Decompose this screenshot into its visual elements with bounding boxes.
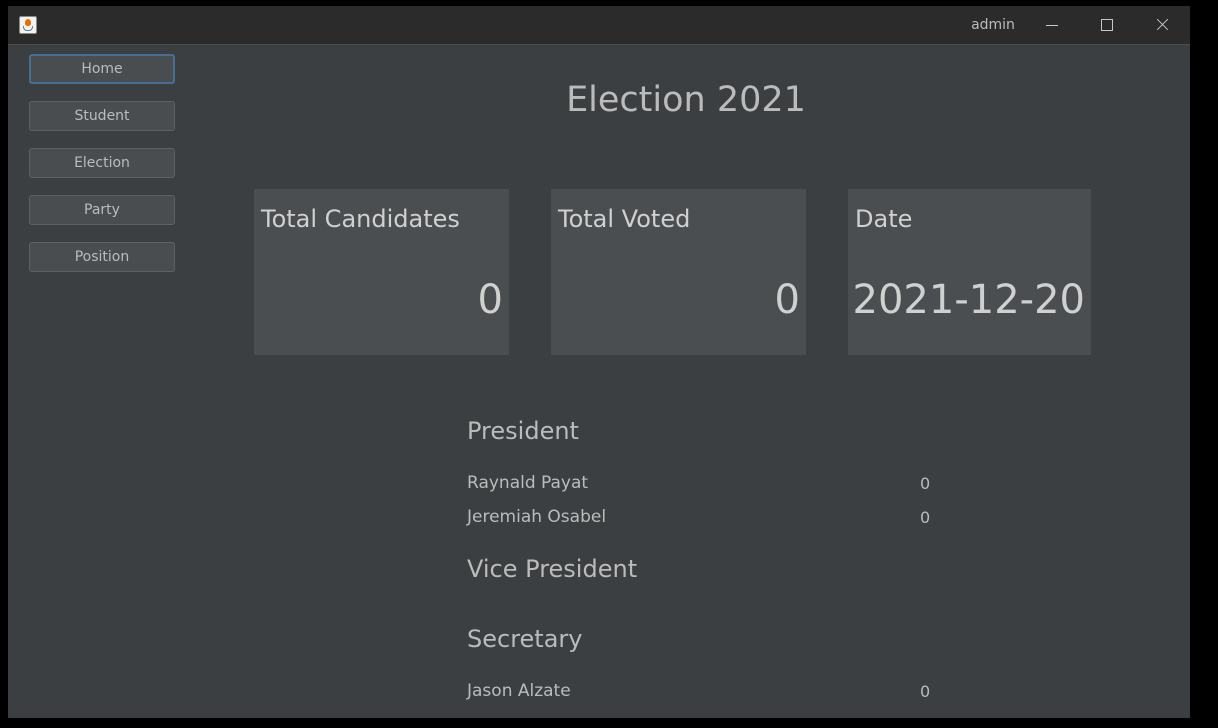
- candidate-votes: 0: [920, 474, 931, 493]
- candidate-name: Raynald Payat: [467, 473, 589, 493]
- nav-election-button[interactable]: Election: [29, 148, 175, 178]
- card-value: 0: [477, 277, 503, 323]
- total-voted-card: Total Voted 0: [551, 189, 806, 355]
- total-candidates-card: Total Candidates 0: [254, 189, 509, 355]
- candidate-votes: 0: [920, 682, 931, 701]
- card-value: 2021-12-20: [852, 277, 1085, 323]
- candidate-name: Jeremiah Osabel: [467, 507, 607, 527]
- nav-party-button[interactable]: Party: [29, 195, 175, 225]
- minimize-icon[interactable]: [1024, 6, 1078, 45]
- close-icon[interactable]: [1134, 6, 1188, 45]
- page-title: Election 2021: [566, 80, 806, 120]
- position-title: Vice President: [467, 555, 638, 583]
- card-value: 0: [774, 277, 800, 323]
- candidate-votes: 0: [920, 508, 931, 527]
- nav-student-button[interactable]: Student: [29, 101, 175, 131]
- candidate-name: Jason Alzate: [467, 681, 571, 701]
- card-label: Date: [855, 205, 913, 233]
- maximize-icon[interactable]: [1079, 6, 1133, 45]
- app-window: admin Home Student Election Party Positi…: [8, 6, 1190, 718]
- position-title: Secretary: [467, 625, 583, 653]
- card-label: Total Candidates: [261, 205, 460, 233]
- nav-position-button[interactable]: Position: [29, 242, 175, 272]
- position-title: President: [467, 417, 579, 445]
- java-cup-icon: [19, 16, 37, 34]
- date-card: Date 2021-12-20: [848, 189, 1091, 355]
- nav-home-button[interactable]: Home: [29, 54, 175, 84]
- title-bar[interactable]: admin: [8, 6, 1190, 45]
- card-label: Total Voted: [558, 205, 691, 233]
